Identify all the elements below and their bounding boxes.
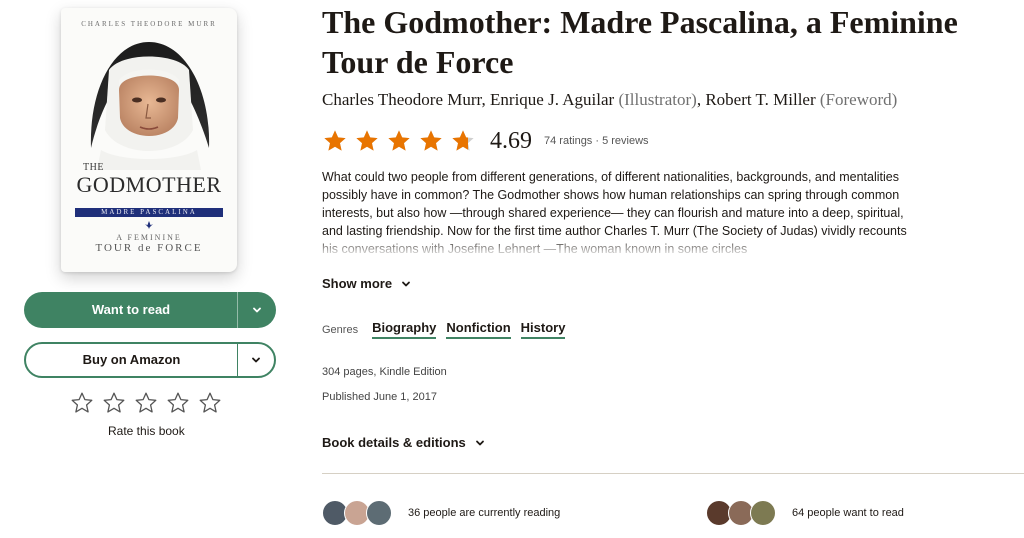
rate-star-5-icon[interactable]: [198, 391, 222, 415]
pages-format: 304 pages, Kindle Edition: [322, 366, 447, 378]
shelf-dropdown-button[interactable]: [238, 292, 276, 328]
rate-this-book-label: Rate this book: [108, 424, 185, 438]
publication-date: Published June 1, 2017: [322, 391, 437, 403]
chevron-down-icon: [253, 307, 261, 313]
buy-label: Buy on Amazon: [82, 352, 181, 367]
show-more-button[interactable]: Show more: [322, 276, 412, 291]
contributor-role: (Foreword): [819, 90, 898, 109]
reader-avatars: [322, 500, 392, 526]
show-more-label: Show more: [322, 276, 393, 291]
book-title: The Godmother: Madre Pascalina, a Femini…: [322, 4, 958, 80]
contributor-name[interactable]: Charles Theodore Murr: [322, 90, 482, 109]
rate-star-2-icon[interactable]: [102, 391, 126, 415]
book-details-button[interactable]: Book details & editions: [322, 435, 486, 450]
genre-link-biography[interactable]: Biography: [372, 320, 437, 339]
genres-list: Genres Biography Nonfiction History: [322, 320, 566, 339]
cover-author: CHARLES THEODORE MURR: [81, 20, 217, 28]
average-rating-stars: [322, 128, 482, 154]
want-to-read-stat[interactable]: 64 people want to read: [706, 500, 904, 526]
contributor-name[interactable]: Enrique J. Aguilar: [490, 90, 614, 109]
rating-row: 4.69 74 ratings · 5 reviews: [322, 126, 649, 156]
want-to-read-text: 64 people want to read: [792, 507, 904, 519]
book-cover[interactable]: CHARLES THEODORE MURR THE GODMOTHER MADR…: [61, 8, 237, 272]
average-rating: 4.69: [490, 127, 532, 154]
nun-portrait-image: [61, 30, 237, 170]
star-icon: [452, 130, 474, 151]
contributor-separator: ,: [481, 90, 491, 109]
section-divider: [322, 473, 1024, 474]
currently-reading-stat[interactable]: 36 people are currently reading: [322, 500, 560, 526]
chevron-down-icon: [475, 440, 484, 445]
star-icon: [420, 130, 442, 151]
buy-on-amazon-button[interactable]: Buy on Amazon: [24, 342, 276, 378]
chevron-down-icon: [402, 281, 410, 286]
rate-stars: [70, 391, 222, 415]
avatar: [750, 500, 776, 526]
cover-subtitle-1: A FEMININE: [116, 233, 182, 242]
rate-star-3-icon[interactable]: [134, 391, 158, 415]
contributors: Charles Theodore Murr, Enrique J. Aguila…: [322, 90, 897, 110]
cover-band: MADRE PASCALINA: [75, 208, 223, 217]
genres-label: Genres: [322, 323, 359, 336]
chevron-down-icon: [252, 357, 260, 363]
currently-reading-text: 36 people are currently reading: [408, 507, 561, 519]
description-fade: [322, 236, 922, 258]
cover-subtitle-2: TOUR de FORCE: [95, 242, 203, 254]
book-details-label: Book details & editions: [322, 435, 466, 450]
avatar: [366, 500, 392, 526]
contributor-name[interactable]: Robert T. Miller: [705, 90, 815, 109]
rate-star-1-icon[interactable]: [70, 391, 94, 415]
rate-star-4-icon[interactable]: [166, 391, 190, 415]
genre-link-history[interactable]: History: [520, 320, 566, 339]
genre-link-nonfiction[interactable]: Nonfiction: [446, 320, 511, 339]
reader-avatars: [706, 500, 776, 526]
star-icon: [388, 130, 410, 151]
want-to-read-label: Want to read: [91, 302, 171, 317]
contributor-role: (Illustrator): [618, 90, 697, 109]
star-icon: [356, 130, 378, 151]
star-icon: [324, 130, 346, 151]
fleur-icon: [145, 221, 153, 229]
want-to-read-button[interactable]: Want to read: [24, 292, 276, 328]
ratings-reviews-count[interactable]: 74 ratings · 5 reviews: [544, 135, 649, 147]
buy-options-dropdown-button[interactable]: [238, 344, 274, 376]
cover-title: GODMOTHER: [76, 172, 222, 197]
